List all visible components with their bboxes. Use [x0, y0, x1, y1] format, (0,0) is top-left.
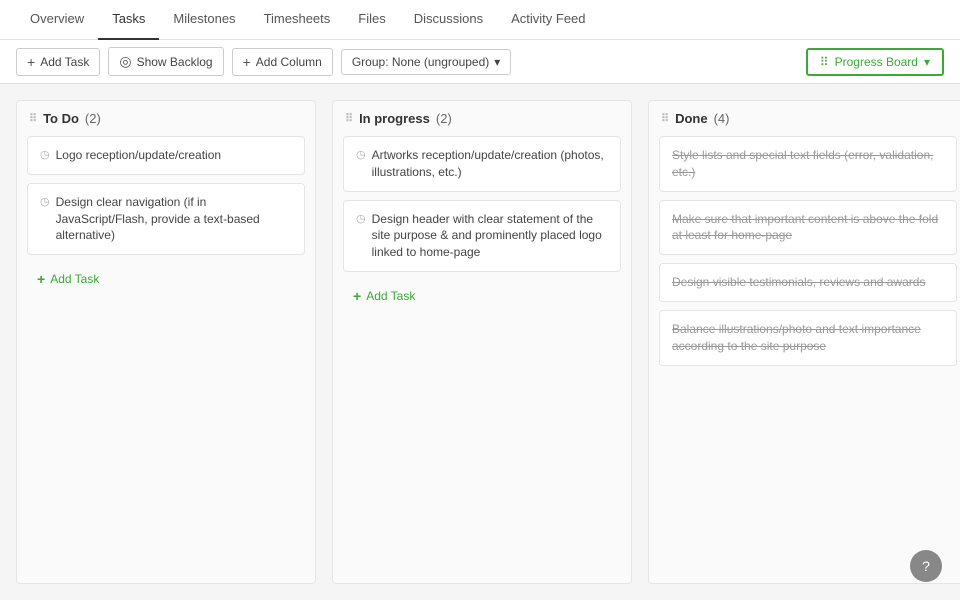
column-inprogress: ⠿ In progress (2) ◷ Artworks reception/u… [332, 100, 632, 584]
clock-icon: ◷ [356, 148, 366, 163]
help-button[interactable]: ? [910, 550, 942, 582]
clock-icon: ◷ [40, 148, 50, 163]
task-card[interactable]: ◷ Design header with clear statement of … [343, 200, 621, 272]
question-icon: ? [922, 558, 930, 574]
plus-icon: + [353, 288, 361, 304]
column-inprogress-count: (2) [436, 111, 452, 126]
task-text: Make sure that important content is abov… [672, 211, 944, 245]
plus-icon-2: + [243, 54, 251, 70]
add-task-button[interactable]: + Add Task [16, 48, 100, 76]
task-card-done[interactable]: Make sure that important content is abov… [659, 200, 957, 256]
chevron-down-icon: ▾ [494, 55, 500, 69]
toolbar: + Add Task ◎ Show Backlog + Add Column G… [0, 40, 960, 84]
tab-tasks[interactable]: Tasks [98, 0, 159, 40]
task-card-done[interactable]: Style lists and special text fields (err… [659, 136, 957, 192]
task-text: Balance illustrations/photo and text imp… [672, 321, 944, 355]
task-text: Style lists and special text fields (err… [672, 147, 944, 181]
column-todo-body: ◷ Logo reception/update/creation ◷ Desig… [17, 136, 315, 583]
column-done-body: Style lists and special text fields (err… [649, 136, 960, 583]
column-done-count: (4) [714, 111, 730, 126]
grid-icon [820, 55, 829, 69]
tab-files[interactable]: Files [344, 0, 399, 40]
task-text: Logo reception/update/creation [56, 147, 221, 164]
task-card[interactable]: ◷ Logo reception/update/creation [27, 136, 305, 175]
column-todo-header: ⠿ To Do (2) [17, 101, 315, 136]
eye-icon: ◎ [119, 53, 131, 70]
add-task-button-inprogress[interactable]: + Add Task [343, 282, 621, 310]
task-card[interactable]: ◷ Design clear navigation (if in JavaScr… [27, 183, 305, 255]
plus-icon: + [27, 54, 35, 70]
group-dropdown[interactable]: Group: None (ungrouped) ▾ [341, 49, 511, 75]
tab-overview[interactable]: Overview [16, 0, 98, 40]
task-card[interactable]: ◷ Artworks reception/update/creation (ph… [343, 136, 621, 192]
task-text: Design visible testimonials, reviews and… [672, 274, 925, 291]
kanban-board: ⠿ To Do (2) ◷ Logo reception/update/crea… [0, 84, 960, 600]
tab-activity-feed[interactable]: Activity Feed [497, 0, 599, 40]
progress-board-button[interactable]: Progress Board ▾ [806, 48, 944, 76]
add-task-button-todo[interactable]: + Add Task [27, 265, 305, 293]
column-inprogress-header: ⠿ In progress (2) [333, 101, 631, 136]
drag-handle-icon: ⠿ [29, 112, 37, 125]
show-backlog-button[interactable]: ◎ Show Backlog [108, 47, 223, 76]
task-text: Artworks reception/update/creation (phot… [372, 147, 608, 181]
drag-handle-icon: ⠿ [345, 112, 353, 125]
column-done-title: Done [675, 111, 708, 126]
column-inprogress-title: In progress [359, 111, 430, 126]
task-text: Design clear navigation (if in JavaScrip… [56, 194, 292, 244]
chevron-down-icon-2: ▾ [924, 55, 930, 69]
plus-icon: + [37, 271, 45, 287]
tab-discussions[interactable]: Discussions [400, 0, 497, 40]
clock-icon: ◷ [40, 195, 50, 210]
column-done-header: ⠿ Done (4) [649, 101, 960, 136]
top-navigation: Overview Tasks Milestones Timesheets Fil… [0, 0, 960, 40]
drag-handle-icon: ⠿ [661, 112, 669, 125]
clock-icon: ◷ [356, 212, 366, 227]
tab-timesheets[interactable]: Timesheets [250, 0, 345, 40]
tab-milestones[interactable]: Milestones [159, 0, 249, 40]
task-text: Design header with clear statement of th… [372, 211, 608, 261]
column-todo-count: (2) [85, 111, 101, 126]
task-card-done[interactable]: Balance illustrations/photo and text imp… [659, 310, 957, 366]
column-done: ⠿ Done (4) Style lists and special text … [648, 100, 960, 584]
column-inprogress-body: ◷ Artworks reception/update/creation (ph… [333, 136, 631, 583]
column-todo: ⠿ To Do (2) ◷ Logo reception/update/crea… [16, 100, 316, 584]
task-card-done[interactable]: Design visible testimonials, reviews and… [659, 263, 957, 302]
column-todo-title: To Do [43, 111, 79, 126]
add-column-button[interactable]: + Add Column [232, 48, 333, 76]
